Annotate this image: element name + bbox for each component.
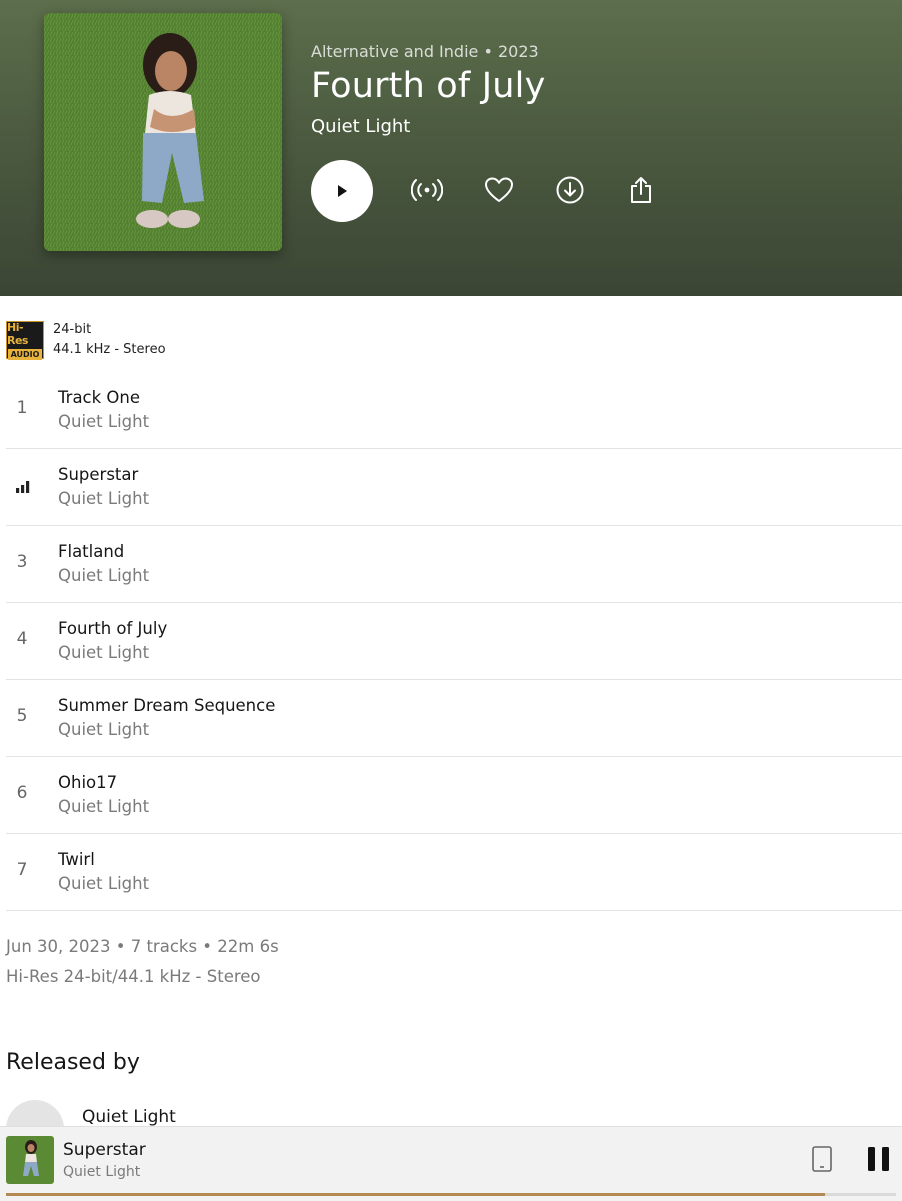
pause-button[interactable] (866, 1145, 892, 1177)
track-number: 4 (16, 629, 28, 649)
track-row[interactable]: 7 Twirl Quiet Light (6, 834, 902, 911)
track-artist: Quiet Light (58, 643, 150, 662)
device-icon (812, 1146, 832, 1172)
track-artist: Quiet Light (58, 874, 150, 893)
track-artist: Quiet Light (58, 720, 150, 739)
track-artist: Quiet Light (58, 797, 150, 816)
hires-badge-bottom: AUDIO (8, 348, 42, 360)
album-cover (44, 13, 282, 251)
track-list: 1 Track One Quiet Light Superstar Quiet … (6, 372, 902, 911)
track-number: 5 (16, 706, 28, 726)
now-playing-artwork (6, 1136, 54, 1184)
hires-audio-badge: Hi-Res AUDIO (6, 320, 44, 360)
playback-progress[interactable] (6, 1193, 896, 1196)
broadcast-icon (411, 179, 443, 201)
album-header: Alternative and Indie • 2023 Fourth of J… (0, 0, 902, 296)
track-artist: Quiet Light (58, 566, 150, 585)
track-row[interactable]: 3 Flatland Quiet Light (6, 526, 902, 603)
play-button[interactable] (311, 159, 373, 222)
track-number: 6 (16, 783, 28, 803)
track-title: Fourth of July (58, 619, 168, 638)
track-number: 3 (16, 552, 28, 572)
released-by-heading: Released by (6, 1050, 140, 1075)
sample-rate: 44.1 kHz - Stereo (53, 342, 166, 357)
track-number: 1 (16, 398, 28, 418)
audio-quality: Hi-Res AUDIO 24-bit 44.1 kHz - Stereo (6, 320, 166, 360)
label-name: Quiet Light (82, 1107, 176, 1127)
playback-progress-fill (6, 1193, 825, 1196)
pause-icon (868, 1147, 889, 1171)
heart-icon (485, 177, 513, 202)
broadcast-button[interactable] (410, 173, 444, 207)
track-number: 7 (16, 860, 28, 880)
album-genre-year: Alternative and Indie • 2023 (311, 42, 539, 61)
track-row[interactable]: 6 Ohio17 Quiet Light (6, 757, 902, 834)
mini-player[interactable]: Superstar Quiet Light (0, 1126, 902, 1201)
track-row[interactable]: 1 Track One Quiet Light (6, 372, 902, 449)
track-title: Twirl (58, 850, 95, 869)
bit-depth: 24-bit (53, 322, 92, 337)
now-playing-title: Superstar (63, 1140, 146, 1160)
track-row[interactable]: 5 Summer Dream Sequence Quiet Light (6, 680, 902, 757)
device-button[interactable] (810, 1145, 834, 1177)
album-artist-link[interactable]: Quiet Light (311, 116, 546, 137)
album-summary: Jun 30, 2023 • 7 tracks • 22m 6s (6, 937, 279, 956)
track-title: Track One (58, 388, 141, 407)
track-artist: Quiet Light (58, 412, 150, 431)
download-icon (556, 176, 584, 204)
track-title: Superstar (58, 465, 139, 484)
track-row[interactable]: 4 Fourth of July Quiet Light (6, 603, 902, 680)
share-icon (631, 177, 651, 203)
favorite-button[interactable] (482, 173, 516, 207)
equalizer-icon (16, 481, 30, 493)
download-button[interactable] (553, 173, 587, 207)
track-title: Ohio17 (58, 773, 118, 792)
hires-badge-top: Hi-Res (7, 320, 28, 347)
album-controls (311, 159, 373, 222)
track-artist: Quiet Light (58, 489, 150, 508)
album-title: Fourth of July (311, 66, 546, 106)
track-title: Flatland (58, 542, 125, 561)
album-format: Hi-Res 24-bit/44.1 kHz - Stereo (6, 967, 261, 986)
track-row-playing[interactable]: Superstar Quiet Light (6, 449, 902, 526)
track-title: Summer Dream Sequence (58, 696, 276, 715)
album-info: Jun 30, 2023 • 7 tracks • 22m 6s Hi-Res … (6, 932, 279, 992)
play-icon (338, 184, 347, 197)
now-playing-artist: Quiet Light (63, 1164, 141, 1180)
share-button[interactable] (624, 173, 658, 207)
